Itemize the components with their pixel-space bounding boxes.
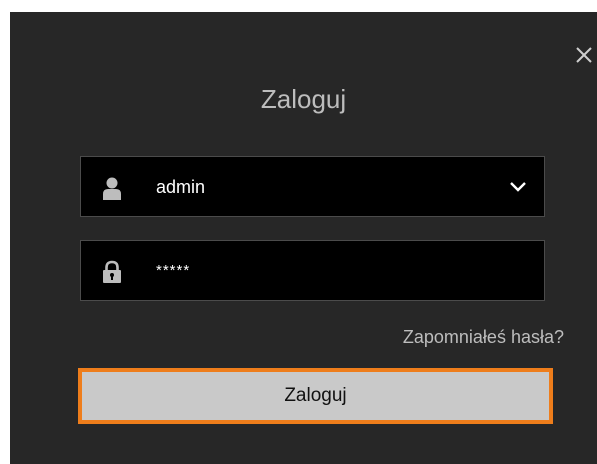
username-value: admin [156,177,206,197]
forgot-password-link[interactable]: Zapomniałeś hasła? [403,327,564,348]
dialog-title: Zaloguj [260,84,347,114]
password-value: ***** [156,262,191,279]
chevron-down-icon[interactable] [508,179,528,195]
lock-icon [101,260,123,284]
login-button[interactable]: Zaloguj [78,368,553,424]
username-field[interactable]: admin [80,156,545,217]
user-icon [101,176,123,200]
password-field[interactable]: ***** [80,240,545,301]
login-dialog: Zaloguj admin ***** Zapomniałeś hasła? Z… [10,12,597,464]
close-icon[interactable] [571,42,597,68]
